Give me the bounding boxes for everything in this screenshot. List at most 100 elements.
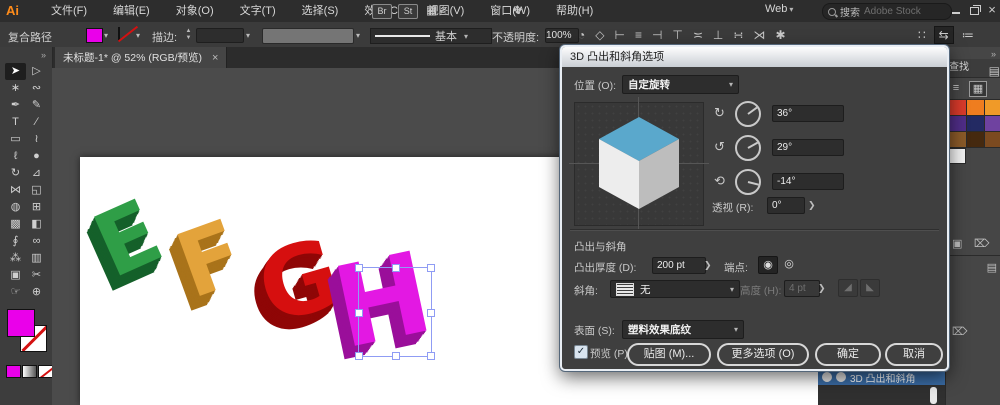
selection-handle[interactable] xyxy=(355,264,363,272)
color-swatch[interactable] xyxy=(984,99,1000,116)
cap-off-button[interactable]: ◎ xyxy=(780,256,798,272)
dialog-title[interactable]: 3D 凸出和斜角选项 xyxy=(562,47,947,67)
search-input[interactable]: 搜索 Adobe Stock xyxy=(822,3,952,20)
letter-E[interactable]: E xyxy=(83,187,174,292)
zoom-tool[interactable]: ⊕ xyxy=(26,284,47,301)
bridge-badge[interactable]: Br xyxy=(372,4,392,19)
perspective-arrow-icon[interactable]: ❯ xyxy=(808,200,816,211)
align-right-icon[interactable]: ⊣ xyxy=(652,28,662,42)
rotation-track-cube[interactable] xyxy=(574,102,704,226)
free-distort-icon[interactable]: ⋊ xyxy=(753,28,765,42)
scale-tool[interactable]: ⊿ xyxy=(26,165,47,182)
blend-tool[interactable]: ∞ xyxy=(26,233,47,250)
document-tab[interactable]: 未标题-1* @ 52% (RGB/预览) × xyxy=(55,47,227,68)
menu-item[interactable]: 视图(V) xyxy=(415,0,478,22)
line-segment-tool[interactable]: ∕ xyxy=(26,114,47,131)
touch-workspace-icon[interactable]: ❖ xyxy=(512,3,523,17)
panel-tab[interactable]: 查找 ▤ xyxy=(946,59,1000,78)
position-dropdown[interactable]: 自定旋转▾ xyxy=(622,75,739,94)
map-art-button[interactable]: 贴图 (M)... xyxy=(627,343,711,366)
minimize-button[interactable] xyxy=(948,0,964,20)
cap-on-button[interactable]: ◉ xyxy=(758,256,778,274)
brush-definition-dropdown[interactable] xyxy=(262,28,354,44)
color-swatch[interactable] xyxy=(966,99,985,116)
shape-builder-tool[interactable]: ◍ xyxy=(5,199,26,216)
mesh-tool[interactable]: ▩ xyxy=(5,216,26,233)
gradient-mode-button[interactable] xyxy=(22,365,37,378)
hand-tool[interactable]: ☞ xyxy=(5,284,26,301)
align-bottom-icon[interactable]: ⊥ xyxy=(713,28,723,42)
list-view-icon[interactable]: ≡ xyxy=(948,81,964,95)
paintbrush-tool[interactable]: ≀ xyxy=(26,131,47,148)
menu-item[interactable]: 文字(T) xyxy=(227,0,289,22)
fill-color-swatch[interactable] xyxy=(86,28,103,43)
color-swatch[interactable] xyxy=(984,131,1000,148)
cancel-button[interactable]: 取消 xyxy=(885,343,943,366)
eyedropper-tool[interactable]: ∮ xyxy=(5,233,26,250)
rotate-y-dial[interactable] xyxy=(735,135,761,161)
layout-icon[interactable]: ▦▾ xyxy=(426,3,443,17)
type-tool[interactable]: T xyxy=(5,114,26,131)
direct-selection-tool[interactable]: ▷ xyxy=(26,63,47,80)
symbol-sprayer-tool[interactable]: ⁂ xyxy=(5,250,26,267)
rotate-y-field[interactable]: 29° xyxy=(772,139,844,156)
panel-collapse-icon[interactable]: » xyxy=(991,49,996,59)
depth-arrow-icon[interactable]: ❯ xyxy=(704,260,712,271)
white-swatch[interactable] xyxy=(948,148,966,164)
align-top-icon[interactable]: ⊤ xyxy=(672,28,682,42)
rotate-z-field[interactable]: -14° xyxy=(772,173,844,190)
stroke-caret-icon[interactable]: ▾ xyxy=(136,31,140,40)
lower-panel-menu-icon[interactable]: ▤ xyxy=(987,261,997,274)
align-middle-icon[interactable]: ≍ xyxy=(693,28,703,42)
transform-options-icon[interactable]: ✱ xyxy=(775,28,785,42)
lower-delete-icon[interactable]: ⌦ xyxy=(952,325,968,338)
restore-button[interactable] xyxy=(966,0,982,20)
align-center-icon[interactable]: ≡ xyxy=(635,28,642,42)
ok-button[interactable]: 确定 xyxy=(815,343,881,366)
brush-caret-icon[interactable]: ▾ xyxy=(356,31,360,40)
fill-caret-icon[interactable]: ▾ xyxy=(104,31,108,40)
width-tool[interactable]: ⋈ xyxy=(5,182,26,199)
depth-field[interactable]: 200 pt xyxy=(652,257,706,274)
selection-handle[interactable] xyxy=(355,352,363,360)
none-mode-button[interactable] xyxy=(38,365,53,378)
workspace-dropdown[interactable]: Web▾ xyxy=(765,3,793,15)
pen-tool[interactable]: ✒ xyxy=(5,97,26,114)
delete-swatch-icon[interactable]: ⌦ xyxy=(974,237,990,250)
panel-options-icon[interactable]: ≔ xyxy=(962,28,974,42)
menu-item[interactable]: 编辑(E) xyxy=(100,0,163,22)
blob-brush-tool[interactable]: ● xyxy=(26,148,47,165)
slice-tool[interactable]: ✂ xyxy=(26,267,47,284)
close-button[interactable]: × xyxy=(984,0,1000,20)
lasso-tool[interactable]: ∾ xyxy=(26,80,47,97)
stroke-style-dropdown[interactable]: 基本 ▾ xyxy=(370,28,492,44)
stroke-field-caret-icon[interactable]: ▾ xyxy=(246,31,250,40)
color-swatch[interactable] xyxy=(948,115,967,132)
letter-F[interactable]: F xyxy=(166,207,255,313)
stock-badge[interactable]: St xyxy=(398,4,418,19)
menu-item[interactable]: 窗口(W) xyxy=(477,0,543,22)
align-left-icon[interactable]: ⊢ xyxy=(614,28,624,42)
perspective-grid-tool[interactable]: ⊞ xyxy=(26,199,47,216)
menu-item[interactable]: 文件(F) xyxy=(38,0,100,22)
perspective-field[interactable]: 0° xyxy=(767,197,805,214)
color-swatch[interactable] xyxy=(966,115,985,132)
color-swatch[interactable] xyxy=(966,131,985,148)
preview-checkbox[interactable]: ✓ xyxy=(574,345,588,359)
rotate-z-dial[interactable] xyxy=(735,169,761,195)
color-mode-button[interactable] xyxy=(6,365,21,378)
menu-item[interactable]: 帮助(H) xyxy=(543,0,606,22)
color-swatch[interactable] xyxy=(984,115,1000,132)
opacity-field[interactable]: 100% xyxy=(545,28,579,43)
distribute-icon[interactable]: ∺ xyxy=(733,28,743,42)
artboard-tool[interactable]: ▣ xyxy=(5,267,26,284)
grid-view-icon[interactable]: ▦ xyxy=(969,81,987,97)
visibility-icon[interactable] xyxy=(822,372,832,382)
selection-handle[interactable] xyxy=(427,264,435,272)
scrollbar-thumb[interactable] xyxy=(930,387,937,404)
selection-handle[interactable] xyxy=(427,309,435,317)
recolor-artwork-icon[interactable]: ◔ xyxy=(578,28,585,42)
stroke-color-swatch[interactable] xyxy=(118,27,120,41)
selection-tool[interactable]: ➤ xyxy=(5,63,26,80)
curvature-tool[interactable]: ✎ xyxy=(26,97,47,114)
